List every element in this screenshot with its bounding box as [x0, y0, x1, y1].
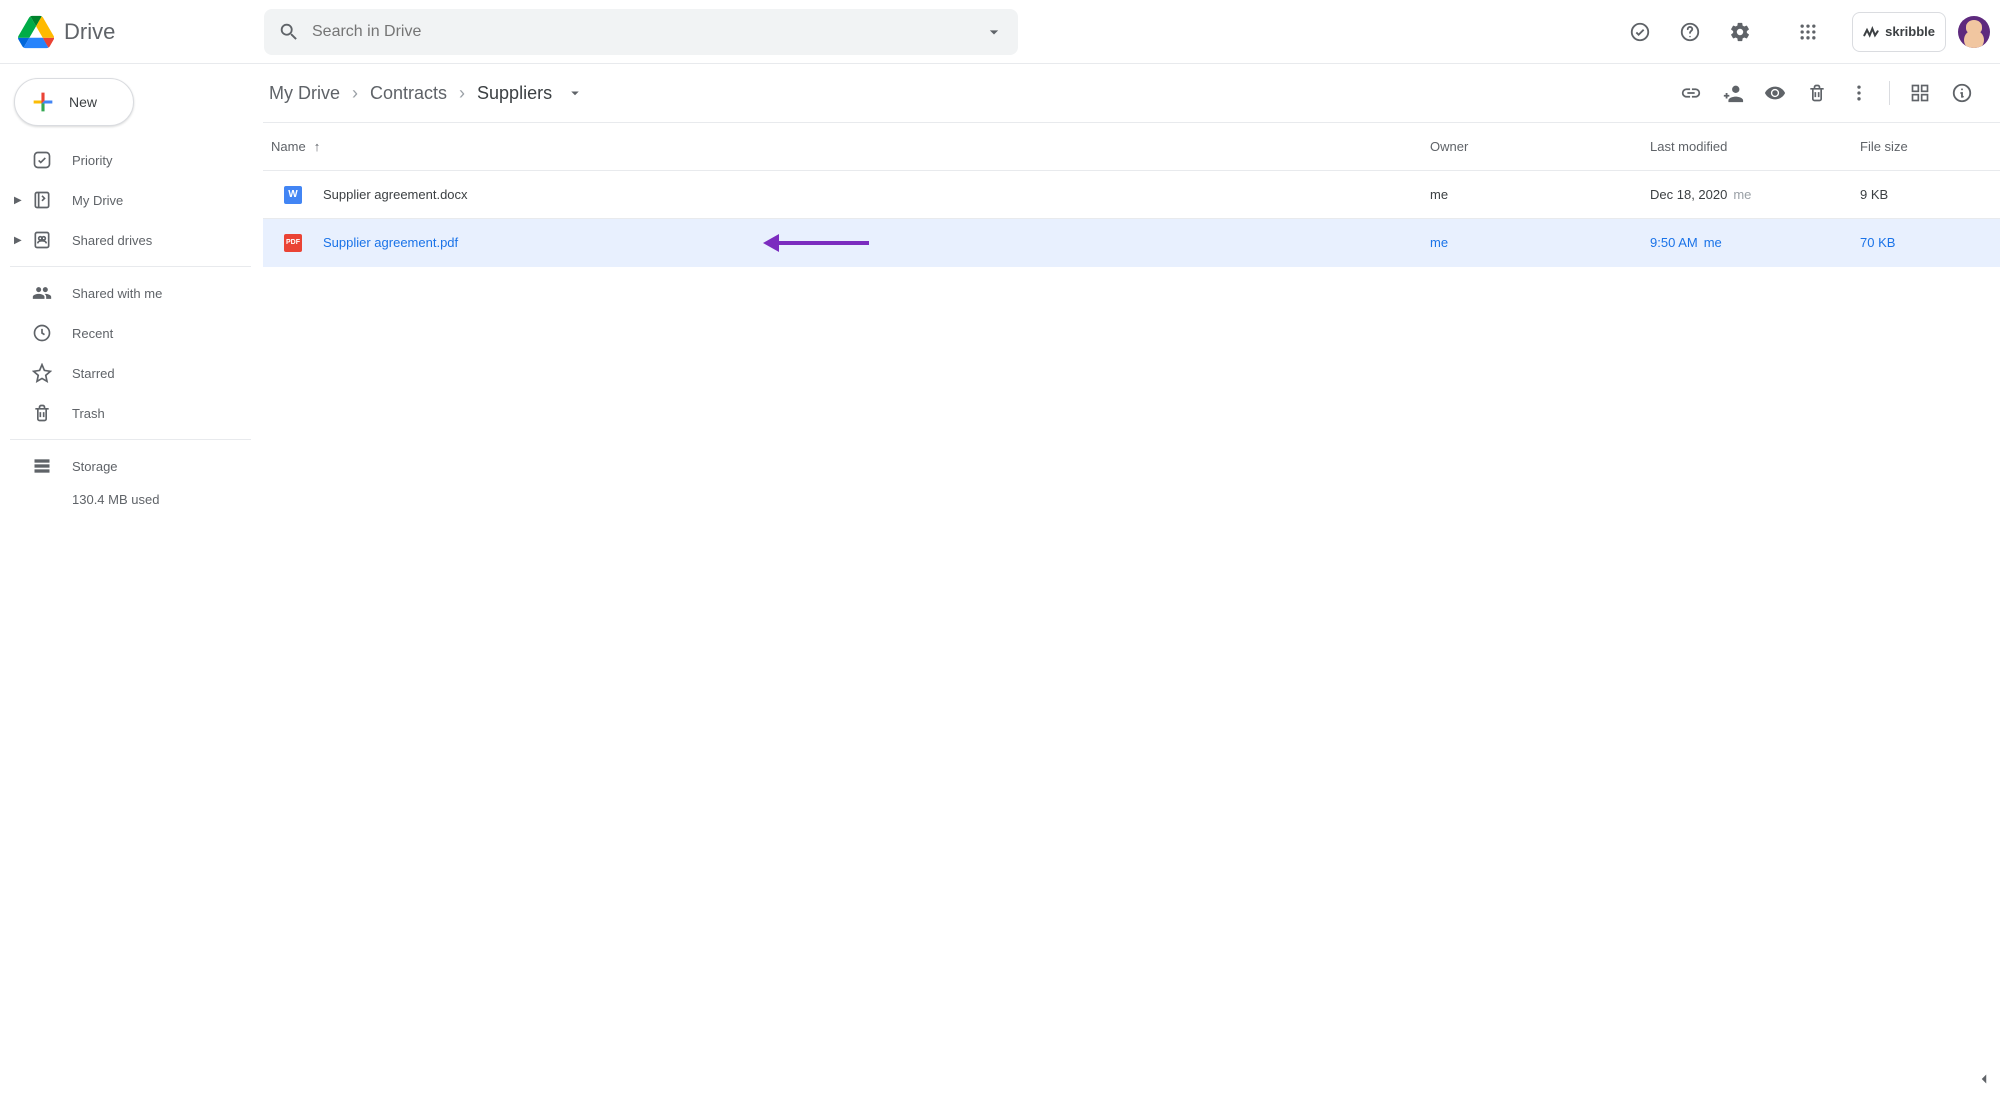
expand-caret-icon[interactable]: ▶ [14, 235, 22, 246]
expand-caret-icon[interactable]: ▶ [14, 195, 22, 206]
docx-file-icon: W [263, 186, 323, 204]
folder-dropdown-icon[interactable] [566, 84, 584, 102]
sidebar-item-shared-drives[interactable]: ▶ Shared drives [10, 220, 255, 260]
column-header-name[interactable]: Name ↑ [263, 139, 1430, 154]
file-owner: me [1430, 235, 1650, 250]
star-icon [32, 363, 52, 383]
chip-label: skribble [1885, 24, 1935, 39]
file-row[interactable]: PDF Supplier agreement.pdf me 9:50 AMme … [263, 219, 2000, 267]
sidebar: New Priority ▶ My Drive ▶ Shared drives … [0, 64, 255, 1095]
sidebar-item-label: Trash [72, 406, 105, 421]
sidebar-item-storage[interactable]: Storage [10, 446, 255, 486]
share-add-person-icon[interactable] [1713, 73, 1753, 113]
trash-icon [32, 403, 52, 423]
sidebar-item-trash[interactable]: Trash [10, 393, 255, 433]
shared-drives-icon [32, 230, 52, 250]
breadcrumb-suppliers[interactable]: Suppliers [475, 79, 554, 108]
skribble-chip[interactable]: skribble [1852, 12, 1946, 52]
more-actions-icon[interactable] [1839, 73, 1879, 113]
app-header: Drive skribble [0, 0, 2000, 64]
search-options-dropdown-icon[interactable] [984, 22, 1004, 42]
sidebar-item-label: Storage [72, 459, 118, 474]
apps-grid-icon[interactable] [1784, 8, 1832, 56]
sidebar-item-label: Starred [72, 366, 115, 381]
pdf-file-icon: PDF [263, 234, 323, 252]
column-header-size[interactable]: File size [1860, 139, 2000, 154]
hide-side-panel-icon[interactable] [1972, 1067, 1996, 1091]
col-name-label: Name [271, 139, 306, 154]
column-header-owner[interactable]: Owner [1430, 139, 1650, 154]
sidebar-item-label: Priority [72, 153, 112, 168]
file-table: Name ↑ Owner Last modified File size W S… [255, 123, 2000, 267]
header-right: skribble [1596, 8, 1990, 56]
grid-view-toggle-icon[interactable] [1900, 73, 1940, 113]
toolbar-divider [1889, 81, 1890, 105]
sidebar-item-label: Recent [72, 326, 113, 341]
file-row[interactable]: W Supplier agreement.docx me Dec 18, 202… [263, 171, 2000, 219]
new-button[interactable]: New [14, 78, 134, 126]
storage-icon [32, 456, 52, 476]
file-size: 9 KB [1860, 187, 2000, 202]
sidebar-item-starred[interactable]: Starred [10, 353, 255, 393]
file-name: Supplier agreement.docx [323, 187, 1430, 202]
get-link-icon[interactable] [1671, 73, 1711, 113]
chevron-right-icon: › [459, 83, 465, 104]
search-bar[interactable] [264, 9, 1018, 55]
breadcrumb: My Drive › Contracts › Suppliers [267, 79, 584, 108]
file-owner: me [1430, 187, 1650, 202]
search-input[interactable] [312, 23, 1018, 41]
app-name: Drive [64, 19, 115, 45]
sidebar-item-label: My Drive [72, 193, 123, 208]
table-header: Name ↑ Owner Last modified File size [263, 123, 2000, 171]
logo-block[interactable]: Drive [16, 12, 264, 52]
priority-check-icon [32, 150, 52, 170]
settings-gear-icon[interactable] [1716, 8, 1764, 56]
file-name: Supplier agreement.pdf [323, 235, 1430, 250]
details-info-icon[interactable] [1942, 73, 1982, 113]
chevron-right-icon: › [352, 83, 358, 104]
skribble-icon [1863, 25, 1879, 39]
preview-eye-icon[interactable] [1755, 73, 1795, 113]
column-header-modified[interactable]: Last modified [1650, 139, 1860, 154]
ready-offline-icon[interactable] [1616, 8, 1664, 56]
shared-with-me-icon [32, 283, 52, 303]
file-modified: 9:50 AMme [1650, 235, 1860, 250]
folder-toolbar: My Drive › Contracts › Suppliers [255, 64, 2000, 122]
sidebar-item-label: Shared drives [72, 233, 152, 248]
new-button-label: New [69, 94, 97, 110]
sidebar-item-priority[interactable]: Priority [10, 140, 255, 180]
sort-ascending-icon[interactable]: ↑ [314, 139, 321, 154]
breadcrumb-my-drive[interactable]: My Drive [267, 79, 342, 108]
sidebar-item-my-drive[interactable]: ▶ My Drive [10, 180, 255, 220]
sidebar-divider [10, 439, 251, 440]
file-size: 70 KB [1860, 235, 2000, 250]
sidebar-item-recent[interactable]: Recent [10, 313, 255, 353]
sidebar-item-label: Shared with me [72, 286, 162, 301]
sidebar-divider [10, 266, 251, 267]
storage-used-label: 130.4 MB used [10, 492, 255, 507]
my-drive-icon [32, 190, 52, 210]
search-icon [278, 21, 300, 43]
plus-icon [29, 88, 57, 116]
main-content: My Drive › Contracts › Suppliers [255, 64, 2000, 1095]
account-avatar[interactable] [1958, 16, 1990, 48]
help-icon[interactable] [1666, 8, 1714, 56]
recent-clock-icon [32, 323, 52, 343]
toolbar-actions [1671, 73, 1982, 113]
annotation-arrow-icon [763, 234, 869, 252]
drive-logo-icon [16, 12, 56, 52]
sidebar-item-shared-with-me[interactable]: Shared with me [10, 273, 255, 313]
breadcrumb-contracts[interactable]: Contracts [368, 79, 449, 108]
delete-trash-icon[interactable] [1797, 73, 1837, 113]
file-modified: Dec 18, 2020me [1650, 187, 1860, 202]
